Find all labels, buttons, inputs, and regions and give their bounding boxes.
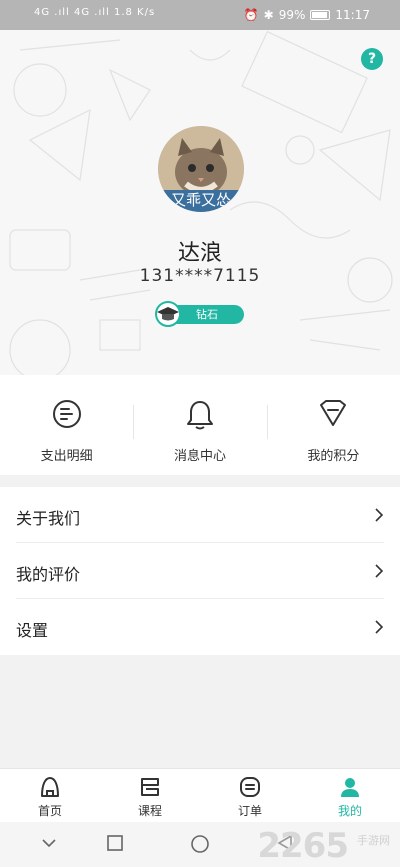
menu-item-label: 关于我们 <box>16 509 81 528</box>
battery-percent: 99% <box>278 8 306 22</box>
chevron-right-icon <box>375 620 384 634</box>
menu-item-label: 设置 <box>16 621 49 640</box>
battery-icon <box>310 10 331 20</box>
help-button[interactable]: ? <box>361 48 383 70</box>
chevron-right-icon <box>375 564 384 578</box>
graduation-cap-icon <box>155 301 181 327</box>
diamond-points-icon <box>320 400 347 426</box>
watermark-logo: 2265 <box>257 826 349 866</box>
bottom-tab-bar: 首页 课程 订单 我的 <box>0 768 400 822</box>
clock: 11:17 <box>335 8 370 22</box>
tab-label: 订单 <box>237 804 262 818</box>
menu-list: 关于我们 我的评价 设置 <box>0 487 400 655</box>
tab-label: 课程 <box>137 804 162 818</box>
chevron-right-icon <box>375 508 384 522</box>
profile-header: ? 又乖又怂 达浪 131****7115 钻石 <box>0 30 400 375</box>
tab-profile[interactable]: 我的 <box>300 769 400 822</box>
course-icon <box>141 778 159 796</box>
system-navigation-bar: 2265 手游网 <box>0 822 400 867</box>
signal-indicator: 4G .ıll 4G .ıll 1.8 K/s <box>34 7 156 18</box>
tab-orders[interactable]: 订单 <box>200 769 300 822</box>
menu-item-label: 我的评价 <box>16 565 81 584</box>
menu-item-about-us[interactable]: 关于我们 <box>16 487 384 543</box>
quick-actions: 支出明细 消息中心 我的积分 <box>0 375 400 475</box>
quick-action-label: 我的积分 <box>307 449 360 464</box>
recent-apps-icon[interactable] <box>106 834 124 852</box>
chevron-down-icon[interactable] <box>40 834 58 852</box>
home-circle-icon[interactable] <box>190 834 210 854</box>
level-badge[interactable]: 钻石 <box>155 301 244 327</box>
avatar-caption: 又乖又怂 <box>158 190 244 212</box>
bluetooth-icon: ✱ <box>263 8 274 22</box>
quick-action-label: 支出明细 <box>40 449 93 464</box>
tab-home[interactable]: 首页 <box>0 769 100 822</box>
profile-icon <box>341 778 359 797</box>
tab-courses[interactable]: 课程 <box>100 769 200 822</box>
menu-item-my-reviews[interactable]: 我的评价 <box>16 543 384 599</box>
level-label: 钻石 <box>196 308 218 321</box>
home-icon <box>41 777 59 797</box>
quick-action-my-points[interactable]: 我的积分 <box>267 375 400 475</box>
receipt-list-icon <box>52 400 81 428</box>
quick-action-message-center[interactable]: 消息中心 <box>133 375 266 475</box>
user-phone: 131****7115 <box>139 266 261 286</box>
tab-label: 首页 <box>37 804 62 818</box>
order-icon <box>240 777 260 797</box>
avatar[interactable]: 又乖又怂 <box>158 126 244 212</box>
alarm-icon: ⏰ <box>243 8 259 22</box>
tab-label: 我的 <box>337 804 362 818</box>
quick-action-expense-details[interactable]: 支出明细 <box>0 375 133 475</box>
user-name: 达浪 <box>177 241 222 266</box>
status-right: ⏰ ✱ 99% 11:17 <box>244 8 370 22</box>
quick-action-label: 消息中心 <box>173 449 226 464</box>
bell-icon <box>186 401 213 430</box>
watermark-subtitle: 手游网 <box>357 834 390 847</box>
status-bar: 4G .ıll 4G .ıll 1.8 K/s ⏰ ✱ 99% 11:17 <box>0 0 400 30</box>
menu-item-settings[interactable]: 设置 <box>16 599 384 655</box>
